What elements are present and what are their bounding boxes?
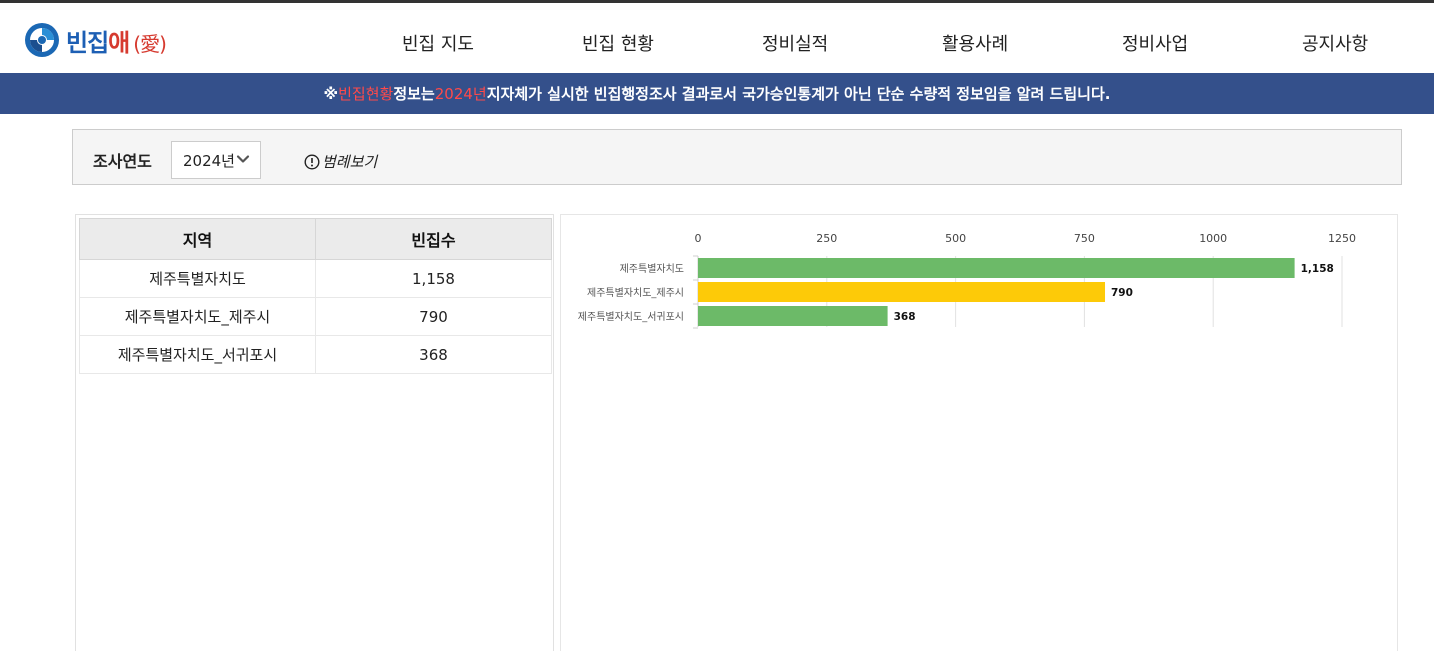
nav-item-vacant-map[interactable]: 빈집 지도 bbox=[402, 30, 474, 56]
vacant-house-bar-chart: 0 250 500 750 1000 1250 제주특별자치도 1,158 제주특별자치도_제주… bbox=[578, 232, 1356, 329]
filter-bar: 조사연도 2024년 범례보기 bbox=[72, 129, 1402, 185]
site-logo[interactable]: 빈집애 (愛) bbox=[24, 22, 167, 58]
table-cell-region: 제주특별자치도 bbox=[79, 259, 316, 298]
logo-text-main: 빈집 bbox=[66, 28, 109, 57]
logo-wordmark: 빈집애 (愛) bbox=[66, 23, 167, 58]
table-cell-region: 제주특별자치도_제주시 bbox=[79, 297, 316, 336]
notice-highlight-status: 빈집현황 bbox=[338, 85, 394, 103]
table-header-row: 지역 빈집수 bbox=[79, 218, 552, 260]
nav-item-use-cases[interactable]: 활용사례 bbox=[942, 30, 1008, 56]
legend-view-label: 범례보기 bbox=[322, 153, 378, 171]
logo-text-paren: (愛) bbox=[133, 31, 167, 56]
nav-item-maintenance-results[interactable]: 정비실적 bbox=[762, 30, 828, 56]
chart-x-tick-label: 250 bbox=[816, 232, 837, 245]
chart-bar bbox=[698, 258, 1295, 278]
chart-x-tick-label: 750 bbox=[1074, 232, 1095, 245]
chart-category-label: 제주특별자치도_서귀포시 bbox=[578, 311, 684, 323]
table-cell-count: 790 bbox=[315, 297, 552, 336]
column-header-count: 빈집수 bbox=[315, 218, 552, 260]
logo-text-accent: 애 bbox=[108, 28, 130, 57]
table-cell-region: 제주특별자치도_서귀포시 bbox=[79, 335, 316, 374]
notice-text-part2: 정보는 bbox=[393, 85, 435, 103]
survey-year-select[interactable]: 2024년 bbox=[171, 141, 261, 179]
table-row[interactable]: 제주특별자치도_서귀포시 368 bbox=[79, 335, 552, 374]
chart-value-label: 368 bbox=[894, 311, 916, 323]
chart-x-tick-label: 1000 bbox=[1199, 232, 1227, 245]
notice-highlight-year: 2024년 bbox=[434, 85, 487, 103]
legend-view-link[interactable]: 범례보기 bbox=[304, 151, 377, 172]
chart-bar bbox=[698, 306, 888, 326]
chart-category-label: 제주특별자치도 bbox=[620, 263, 684, 275]
column-header-region: 지역 bbox=[79, 218, 316, 260]
chart-x-tick-label: 1250 bbox=[1328, 232, 1356, 245]
chevron-down-icon bbox=[236, 155, 250, 163]
region-table-panel: 지역 빈집수 제주특별자치도 1,158 제주특별자치도_제주시 790 제주특… bbox=[75, 214, 554, 651]
nav-item-notices[interactable]: 공지사항 bbox=[1302, 30, 1368, 56]
nav-item-maintenance-projects[interactable]: 정비사업 bbox=[1122, 30, 1188, 56]
site-header: 빈집애 (愛) 빈집 지도 빈집 현황 정비실적 활용사례 정비사업 공지사항 bbox=[0, 3, 1434, 73]
table-row[interactable]: 제주특별자치도 1,158 bbox=[79, 259, 552, 298]
notice-text-part3: 지자체가 실시한 빈집행정조사 결과로서 국가승인통계가 아닌 단순 수량적 정… bbox=[486, 85, 1111, 103]
chart-bar bbox=[698, 282, 1106, 302]
chart-value-label: 1,158 bbox=[1301, 263, 1334, 275]
region-table: 지역 빈집수 제주특별자치도 1,158 제주특별자치도_제주시 790 제주특… bbox=[79, 218, 552, 374]
chart-x-tick-label: 0 bbox=[695, 232, 702, 245]
chart-value-label: 790 bbox=[1111, 287, 1133, 299]
survey-year-label: 조사연도 bbox=[93, 152, 152, 171]
table-cell-count: 368 bbox=[315, 335, 552, 374]
chart-x-tick-label: 500 bbox=[945, 232, 966, 245]
chart-panel: 0 250 500 750 1000 1250 제주특별자치도 1,158 제주특별자치도_제주… bbox=[560, 214, 1398, 651]
table-row[interactable]: 제주특별자치도_제주시 790 bbox=[79, 297, 552, 336]
table-cell-count: 1,158 bbox=[315, 259, 552, 298]
exclamation-circle-icon bbox=[304, 153, 320, 170]
chart-category-label: 제주특별자치도_제주시 bbox=[587, 287, 684, 299]
survey-year-value: 2024년 bbox=[183, 151, 235, 170]
notice-banner: ※ 빈집현황 정보는 2024년 지자체가 실시한 빈집행정조사 결과로서 국가… bbox=[0, 73, 1434, 114]
logo-swirl-icon bbox=[25, 23, 59, 57]
nav-item-vacant-status[interactable]: 빈집 현황 bbox=[582, 30, 654, 56]
notice-prefix: ※ bbox=[323, 84, 339, 103]
